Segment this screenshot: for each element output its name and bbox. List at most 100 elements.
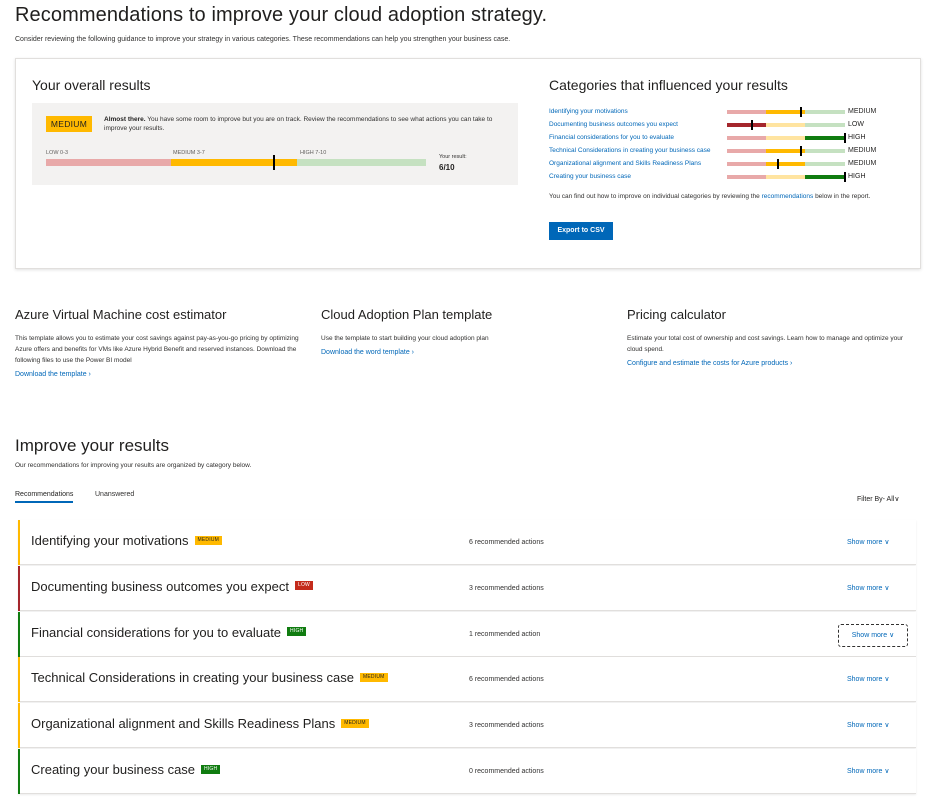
- recommended-actions-count: 6 recommended actions: [469, 676, 544, 684]
- category-bar-segment: [804, 123, 845, 127]
- filter-dropdown[interactable]: Filter By- All∨: [857, 495, 899, 503]
- level-stripe: [18, 749, 20, 794]
- range-label-low: LOW 0-3: [46, 150, 69, 156]
- category-score-bar: [727, 146, 845, 156]
- category-link[interactable]: Creating your business case: [549, 172, 631, 181]
- category-level: HIGH: [848, 134, 866, 141]
- recommendation-title-text: Organizational alignment and Skills Read…: [31, 716, 336, 732]
- category-link[interactable]: Financial considerations for you to eval…: [549, 133, 674, 142]
- category-bar-segment: [765, 175, 805, 179]
- categories-note-post: below in the report.: [813, 193, 871, 200]
- categories-title: Categories that influenced your results: [549, 77, 788, 93]
- score-bar-medium-segment: [171, 159, 297, 166]
- show-more-button[interactable]: Show more ∨: [847, 538, 889, 546]
- overall-score-bar: [46, 155, 426, 170]
- category-row: Financial considerations for you to eval…: [549, 133, 899, 146]
- category-row: Technical Considerations in creating you…: [549, 146, 899, 159]
- category-bar-segment: [804, 136, 845, 140]
- categories-note: You can find out how to improve on indiv…: [549, 193, 899, 202]
- tab-recommendations[interactable]: Recommendations: [15, 491, 74, 503]
- tool-cloud-adoption-plan: Cloud Adoption Plan template Use the tem…: [321, 307, 611, 358]
- overall-level-badge: MEDIUM: [46, 116, 92, 132]
- recommendation-title-text: Financial considerations for you to eval…: [31, 624, 282, 640]
- category-score-marker: [843, 133, 846, 143]
- recommendation-row[interactable]: Organizational alignment and Skills Read…: [18, 703, 916, 749]
- category-link[interactable]: Organizational alignment and Skills Read…: [549, 159, 701, 168]
- category-score-marker: [843, 172, 846, 182]
- level-badge: HIGH: [201, 764, 221, 774]
- category-level: LOW: [848, 121, 864, 128]
- recommendations-link[interactable]: recommendations: [762, 193, 814, 200]
- category-level: HIGH: [848, 173, 866, 180]
- category-level: MEDIUM: [848, 160, 877, 167]
- category-score-marker: [776, 159, 779, 169]
- category-link[interactable]: Identifying your motivations: [549, 107, 628, 116]
- category-row: Organizational alignment and Skills Read…: [549, 159, 899, 172]
- recommended-actions-count: 6 recommended actions: [469, 539, 544, 546]
- recommendation-title: Documenting business outcomes you expect…: [31, 579, 313, 594]
- recommended-actions-count: 1 recommended action: [469, 630, 541, 638]
- recommendation-title-text: Identifying your motivations: [31, 533, 189, 548]
- tool-description: Use the template to start building your …: [321, 335, 489, 342]
- tab-unanswered[interactable]: Unanswered: [95, 491, 134, 498]
- category-bar-segment: [765, 162, 805, 166]
- show-more-button[interactable]: Show more ∨: [847, 767, 889, 775]
- tool-description: Estimate your total cost of ownership an…: [627, 335, 904, 353]
- recommendation-row[interactable]: Identifying your motivations MEDIUM 6 reco…: [18, 520, 916, 565]
- range-label-high: HIGH 7-10: [300, 150, 327, 156]
- category-bar-segment: [765, 136, 805, 140]
- recommendation-title: Financial considerations for you to eval…: [31, 624, 307, 640]
- category-bar-segment: [765, 123, 805, 127]
- download-template-link[interactable]: Download the template ›: [15, 369, 305, 380]
- score-bar-high-segment: [297, 159, 426, 166]
- recommendation-title-text: Technical Considerations in creating you…: [31, 670, 355, 686]
- configure-costs-link[interactable]: Configure and estimate the costs for Azu…: [627, 358, 917, 369]
- export-to-csv-button[interactable]: Export to CSV: [549, 222, 613, 240]
- level-badge: MEDIUM: [194, 535, 223, 545]
- results-card: Your overall results MEDIUM Almost there…: [15, 58, 921, 269]
- show-more-button[interactable]: Show more ∨: [838, 623, 908, 647]
- show-more-button[interactable]: Show more ∨: [847, 584, 889, 592]
- level-stripe: [18, 611, 20, 657]
- tool-pricing-calculator: Pricing calculator Estimate your total c…: [627, 307, 917, 369]
- recommendation-row[interactable]: Creating your business case HIGH 0 recomme…: [18, 749, 916, 794]
- overall-results-panel: MEDIUM Almost there. You have some room …: [32, 103, 518, 185]
- page-title: Recommendations to improve your cloud ad…: [15, 4, 548, 26]
- category-link[interactable]: Documenting business outcomes you expect: [549, 120, 678, 129]
- category-score-bar: [727, 120, 845, 130]
- download-word-template-link[interactable]: Download the word template ›: [321, 347, 611, 358]
- category-link[interactable]: Technical Considerations in creating you…: [549, 146, 711, 155]
- level-badge: MEDIUM: [341, 718, 369, 728]
- recommended-actions-count: 3 recommended actions: [469, 722, 544, 730]
- category-score-bar: [727, 172, 846, 182]
- level-stripe: [18, 703, 20, 749]
- category-score-bar: [727, 133, 846, 143]
- level-badge: HIGH: [287, 627, 307, 637]
- show-more-button[interactable]: Show more ∨: [847, 721, 889, 729]
- recommendation-row[interactable]: Documenting business outcomes you expect…: [18, 565, 916, 611]
- level-badge: MEDIUM: [360, 672, 388, 682]
- category-bar-segment: [765, 110, 805, 114]
- category-bar-segment: [765, 149, 805, 153]
- recommended-actions-count: 3 recommended actions: [469, 584, 544, 592]
- category-bar-segment: [727, 175, 766, 179]
- category-bar-segment: [727, 136, 766, 140]
- recommendation-row[interactable]: Technical Considerations in creating you…: [18, 657, 916, 703]
- category-level: MEDIUM: [848, 108, 877, 115]
- score-marker: [273, 155, 275, 170]
- improve-title: Improve your results: [15, 436, 169, 455]
- category-bar-segment: [727, 110, 766, 114]
- category-row: Identifying your motivations MEDIUM: [549, 107, 899, 120]
- your-result-value: 6/10: [439, 163, 455, 172]
- overall-results-title: Your overall results: [32, 77, 151, 93]
- category-bar-segment: [727, 123, 766, 127]
- recommendation-title: Identifying your motivations MEDIUM: [31, 533, 223, 548]
- recommended-actions-count: 0 recommended actions: [469, 768, 544, 775]
- recommendation-row[interactable]: Financial considerations for you to eval…: [18, 611, 916, 657]
- category-bar-segment: [804, 110, 845, 114]
- improve-subtitle: Our recommendations for improving your r…: [15, 462, 252, 469]
- show-more-button[interactable]: Show more ∨: [847, 675, 889, 683]
- tool-title: Pricing calculator: [627, 307, 726, 322]
- category-bar-segment: [727, 162, 766, 166]
- overall-message-bold: Almost there.: [104, 116, 146, 123]
